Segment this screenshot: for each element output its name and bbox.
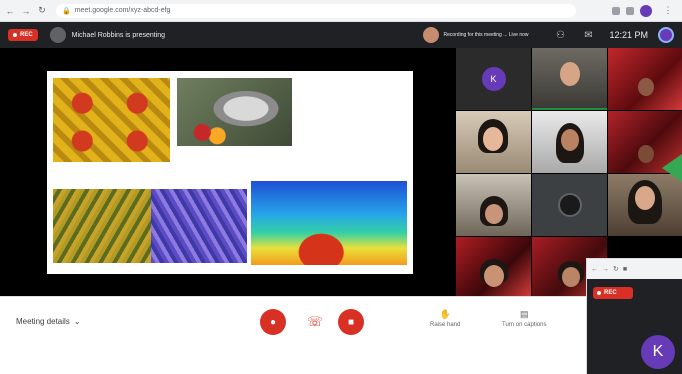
record-dot-icon [13, 33, 17, 37]
browser-toolbar-right: ⋮ [612, 4, 682, 17]
participant-face [635, 186, 655, 210]
participant-tile[interactable] [456, 237, 531, 296]
participant-face [561, 129, 579, 151]
extension-icon[interactable] [626, 6, 634, 15]
browser-toolbar: ← → ↻ 🔒 meet.google.com/xyz-abcd-efg ⋮ [0, 0, 682, 22]
participant-initial-avatar: K [481, 67, 506, 91]
participant-face [560, 62, 580, 86]
participant-tile[interactable] [456, 111, 531, 173]
participant-tile-active-speaker[interactable] [532, 48, 607, 110]
captions-label: Turn on captions [502, 322, 547, 328]
pip-recording-label: REC [604, 290, 617, 296]
field-image-purple [151, 189, 247, 263]
dog-photo-image [177, 78, 292, 146]
arrow-left-icon[interactable]: ← [591, 266, 598, 273]
pip-recording-badge[interactable]: REC [593, 287, 633, 299]
arrow-left-icon[interactable]: ← [4, 5, 16, 17]
presenter-text: Michael Robbins is presenting [71, 31, 166, 39]
captions-button[interactable]: ▤ Turn on captions [502, 309, 546, 328]
more-vert-icon[interactable]: ⋮ [662, 5, 674, 17]
meet-header: REC Michael Robbins is presenting Record… [0, 22, 682, 48]
participant-tile[interactable] [532, 174, 607, 236]
meeting-details-label: Meeting details [16, 317, 70, 326]
pip-browser-toolbar: ← → ↻ ■ [587, 259, 682, 279]
recording-label: REC [20, 32, 33, 38]
recording-badge[interactable]: REC [8, 29, 38, 41]
depth-map-image [251, 181, 407, 265]
self-avatar[interactable] [658, 27, 674, 43]
camera-toggle-button[interactable]: ■ [338, 309, 364, 335]
profile-avatar[interactable] [640, 4, 652, 17]
participant-face [638, 78, 654, 96]
arrow-right-icon[interactable]: → [20, 5, 32, 17]
presentation-stage [0, 48, 456, 296]
participant-avatar [423, 27, 440, 43]
participant-face [484, 265, 504, 287]
lock-icon: 🔒 [62, 7, 71, 15]
presenter-avatar [49, 27, 66, 43]
participant-face [638, 145, 654, 163]
reload-icon[interactable]: ↻ [613, 265, 619, 273]
clock: 12:21 PM [609, 30, 648, 40]
participant-face [483, 127, 503, 151]
raise-hand-button[interactable]: ✋ Raise hand [430, 309, 460, 328]
page-background [0, 346, 586, 374]
header-right: Recording for this meeting ... Live now … [423, 27, 682, 43]
mic-toggle-button[interactable]: ● [260, 309, 286, 335]
participant-face [562, 267, 580, 287]
participant-tile[interactable]: K [456, 48, 531, 110]
hand-icon: ✋ [439, 309, 451, 319]
record-dot-icon [597, 291, 601, 295]
meeting-details-button[interactable]: Meeting details ⌄ [16, 317, 81, 326]
raise-hand-label: Raise hand [430, 322, 461, 328]
participant-tile[interactable] [608, 174, 682, 236]
mic-off-icon: ● [269, 316, 277, 328]
participant-chip-text: Recording for this meeting ... Live now [443, 32, 529, 38]
screen: ← → ↻ 🔒 meet.google.com/xyz-abcd-efg ⋮ R… [0, 0, 682, 374]
address-bar[interactable]: 🔒 meet.google.com/xyz-abcd-efg [56, 3, 576, 18]
presentation-slide [47, 71, 413, 274]
participant-tile[interactable] [532, 111, 607, 173]
camera-off-icon: ■ [347, 316, 355, 328]
extension-icon[interactable] [612, 6, 620, 15]
people-icon[interactable]: ⚇ [553, 29, 567, 41]
phone-hangup-icon: ☏ [306, 314, 324, 329]
participant-chip[interactable]: Recording for this meeting ... Live now [423, 27, 529, 43]
extension-icon[interactable]: ■ [623, 266, 627, 273]
pointer-arrow-icon [662, 154, 682, 182]
camera-off-avatar [557, 193, 582, 217]
field-image-yellow [53, 189, 151, 263]
sunflower-tiled-image [53, 78, 170, 162]
url-text: meet.google.com/xyz-abcd-efg [74, 7, 171, 14]
control-bar: Meeting details ⌄ ● ☏ ■ ✋ Raise hand ▤ T… [0, 296, 586, 346]
participant-face [485, 204, 503, 224]
participant-tile[interactable] [456, 174, 531, 236]
pip-window[interactable]: ← → ↻ ■ REC K [586, 258, 682, 374]
hang-up-button[interactable]: ☏ [302, 309, 328, 335]
pip-initial-avatar: K [641, 335, 675, 369]
captions-icon: ▤ [519, 309, 529, 319]
chevron-down-icon: ⌄ [73, 317, 81, 326]
participant-tile[interactable] [608, 48, 682, 110]
reload-icon[interactable]: ↻ [36, 5, 48, 17]
arrow-right-icon[interactable]: → [602, 266, 609, 273]
chat-icon[interactable]: ✉ [581, 29, 595, 41]
